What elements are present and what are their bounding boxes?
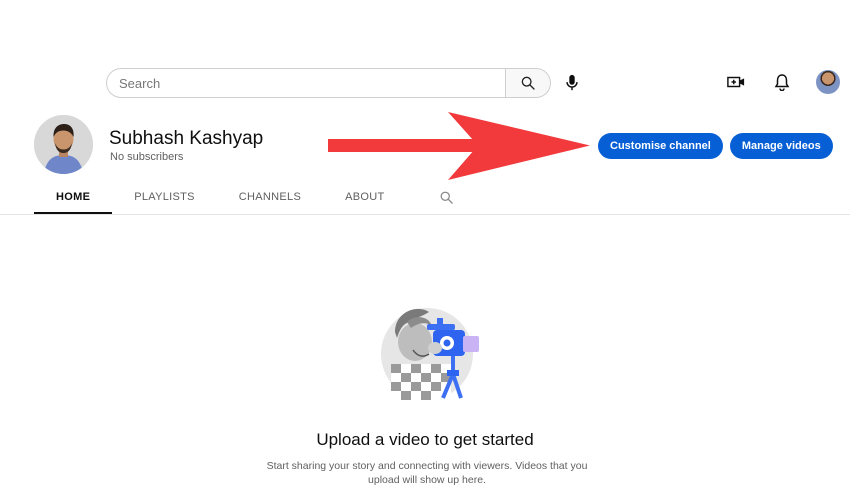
subscriber-count: No subscribers: [110, 151, 184, 163]
customise-channel-button[interactable]: Customise channel: [598, 133, 723, 159]
channel-actions: Customise channel Manage videos: [598, 133, 833, 159]
voice-search-button[interactable]: [561, 72, 583, 94]
create-video-icon: [727, 76, 745, 88]
account-avatar[interactable]: [816, 70, 840, 94]
empty-state-title: Upload a video to get started: [316, 430, 534, 449]
empty-state-description: Start sharing your story and connecting …: [266, 460, 588, 486]
topbar-actions: [724, 70, 840, 94]
channel-tabs: HOME PLAYLISTS CHANNELS ABOUT: [34, 180, 464, 214]
search-icon: [440, 191, 453, 204]
empty-state-illustration: [381, 308, 479, 400]
channel-avatar: [34, 115, 93, 174]
channel-name: Subhash Kashyap: [109, 128, 264, 149]
search-button[interactable]: [505, 68, 551, 98]
annotation-arrow: [328, 112, 590, 180]
manage-videos-button[interactable]: Manage videos: [729, 133, 833, 159]
channel-search-button[interactable]: [429, 180, 464, 214]
search-icon: [521, 76, 535, 90]
bell-icon: [774, 74, 790, 91]
tab-playlists[interactable]: PLAYLISTS: [112, 180, 217, 214]
tab-about[interactable]: ABOUT: [323, 180, 406, 214]
notifications-button[interactable]: [770, 70, 794, 94]
tabs-divider: [0, 214, 850, 215]
search-input[interactable]: [106, 68, 505, 98]
tab-channels[interactable]: CHANNELS: [217, 180, 323, 214]
create-button[interactable]: [724, 70, 748, 94]
search-bar: [106, 68, 551, 98]
microphone-icon: [566, 74, 578, 91]
tab-home[interactable]: HOME: [34, 180, 113, 214]
